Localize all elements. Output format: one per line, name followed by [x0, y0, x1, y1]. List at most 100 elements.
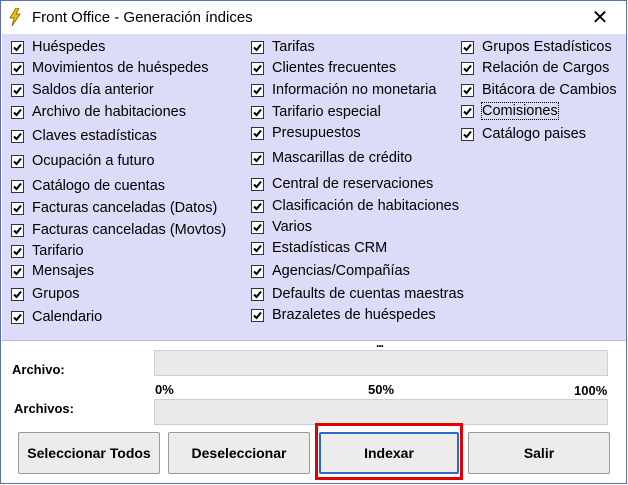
checkbox-checked-icon[interactable] — [11, 287, 24, 301]
checkbox-label: Grupos Estadísticos — [482, 39, 612, 55]
checkbox-label: Ocupación a futuro — [32, 153, 155, 169]
checkbox-checked-icon[interactable] — [251, 151, 264, 165]
checkbox-checked-icon[interactable] — [251, 177, 264, 191]
checkbox-label: Mensajes — [32, 263, 95, 279]
checkbox-item[interactable]: Estadísticas CRM — [251, 238, 387, 258]
checkbox-checked-icon[interactable] — [11, 154, 24, 168]
scale-0-percent: 0% — [155, 382, 174, 397]
checkbox-item[interactable]: Central de reservaciones — [251, 174, 433, 194]
checkbox-label: Información no monetaria — [272, 82, 437, 98]
exit-button[interactable]: Salir — [468, 432, 610, 474]
checkbox-item[interactable]: Claves estadísticas — [11, 126, 157, 146]
checkbox-item[interactable]: Calendario — [11, 307, 102, 327]
checkbox-item[interactable]: Presupuestos — [251, 123, 361, 143]
checkbox-item[interactable]: Grupos — [11, 284, 80, 304]
checkbox-label: Brazaletes de huéspedes — [272, 307, 436, 323]
checkbox-item[interactable]: Facturas canceladas (Datos) — [11, 198, 217, 218]
deselect-button[interactable]: Deseleccionar — [168, 432, 310, 474]
checkbox-checked-icon[interactable] — [11, 61, 24, 75]
checkbox-checked-icon[interactable] — [251, 61, 264, 75]
checkbox-checked-icon[interactable] — [461, 83, 474, 97]
checkbox-checked-icon[interactable] — [461, 40, 474, 54]
checkbox-label: Facturas canceladas (Datos) — [32, 200, 218, 216]
checkbox-item[interactable]: Brazaletes de huéspedes — [251, 305, 436, 325]
checkbox-item[interactable]: Ocupación a futuro — [11, 151, 155, 171]
checkbox-label: Movimientos de huéspedes — [32, 60, 209, 76]
checkbox-checked-icon[interactable] — [11, 264, 24, 278]
checkbox-checked-icon[interactable] — [461, 61, 474, 75]
checkbox-item[interactable]: Agencias/Compañías — [251, 261, 410, 281]
checkbox-item[interactable]: Mensajes — [11, 261, 94, 281]
checkbox-checked-icon[interactable] — [11, 310, 24, 324]
checkbox-checked-icon[interactable] — [461, 127, 474, 141]
checkbox-item[interactable]: Saldos día anterior — [11, 80, 154, 100]
checkbox-label: Claves estadísticas — [32, 128, 157, 144]
scroll-indicator[interactable]: ... — [376, 336, 384, 350]
checkbox-label: Comisiones — [481, 102, 559, 120]
checkbox-item[interactable]: Información no monetaria — [251, 80, 436, 100]
title-bar[interactable]: Front Office - Generación índices ✕ — [1, 1, 626, 33]
checkbox-label: Bitácora de Cambios — [482, 82, 617, 98]
checkbox-checked-icon[interactable] — [251, 105, 264, 119]
checkbox-item[interactable]: Huéspedes — [11, 37, 105, 57]
checkbox-checked-icon[interactable] — [11, 40, 24, 54]
checkbox-item[interactable]: Tarifario — [11, 241, 84, 261]
scale-100-percent: 100% — [574, 383, 608, 398]
checkbox-item[interactable]: Clientes frecuentes — [251, 58, 396, 78]
checkbox-item[interactable]: Relación de Cargos — [461, 58, 609, 78]
checkbox-label: Estadísticas CRM — [272, 240, 388, 256]
checkbox-item[interactable]: Facturas canceladas (Movtos) — [11, 220, 226, 240]
checkbox-checked-icon[interactable] — [251, 40, 264, 54]
checkbox-checked-icon[interactable] — [251, 199, 264, 213]
index-button-highlight — [315, 423, 463, 480]
checkbox-checked-icon[interactable] — [11, 129, 24, 143]
checkbox-checked-icon[interactable] — [251, 220, 264, 234]
checkbox-checked-icon[interactable] — [11, 201, 24, 215]
checkbox-item[interactable]: Varios — [251, 217, 312, 237]
close-icon[interactable]: ✕ — [588, 6, 612, 30]
checkbox-label: Clasificación de habitaciones — [272, 198, 459, 214]
index-options-panel: Huéspedes Movimientos de huéspedes Saldos … — [2, 34, 626, 341]
archivos-progress-bar — [154, 399, 608, 425]
checkbox-label: Calendario — [32, 309, 103, 325]
checkbox-checked-icon[interactable] — [251, 308, 264, 322]
checkbox-checked-icon[interactable] — [11, 105, 24, 119]
checkbox-checked-icon[interactable] — [251, 264, 264, 278]
checkbox-item[interactable]: Tarifas — [251, 37, 315, 57]
checkbox-item[interactable]: Mascarillas de crédito — [251, 148, 412, 168]
window-title: Front Office - Generación índices — [32, 9, 253, 26]
checkbox-checked-icon[interactable] — [11, 244, 24, 258]
checkbox-label: Facturas canceladas (Movtos) — [32, 222, 227, 238]
select-all-button[interactable]: Seleccionar Todos — [18, 432, 160, 474]
lightning-app-icon — [9, 8, 21, 26]
checkbox-label: Tarifario — [32, 243, 84, 259]
checkbox-checked-icon[interactable] — [251, 241, 264, 255]
checkbox-label: Catálogo paises — [482, 126, 586, 142]
checkbox-checked-icon[interactable] — [11, 223, 24, 237]
checkbox-label: Agencias/Compañías — [272, 263, 410, 279]
checkbox-item[interactable]: Clasificación de habitaciones — [251, 196, 459, 216]
checkbox-label: Clientes frecuentes — [272, 60, 397, 76]
checkbox-checked-icon[interactable] — [11, 83, 24, 97]
checkbox-checked-icon[interactable] — [461, 104, 474, 118]
checkbox-checked-icon[interactable] — [11, 179, 24, 193]
checkbox-item[interactable]: Catálogo de cuentas — [11, 176, 165, 196]
checkbox-item[interactable]: Comisiones — [461, 101, 559, 121]
checkbox-label: Grupos — [32, 286, 80, 302]
checkbox-item[interactable]: Grupos Estadísticos — [461, 37, 612, 57]
checkbox-item[interactable]: Tarifario especial — [251, 102, 381, 122]
checkbox-item[interactable]: Catálogo paises — [461, 124, 586, 144]
checkbox-checked-icon[interactable] — [251, 287, 264, 301]
checkbox-label: Varios — [272, 219, 313, 235]
checkbox-checked-icon[interactable] — [251, 126, 264, 140]
scale-50-percent: 50% — [368, 382, 395, 397]
checkbox-label: Archivo de habitaciones — [32, 104, 186, 120]
checkbox-label: Tarifario especial — [272, 104, 381, 120]
checkbox-label: Relación de Cargos — [482, 60, 610, 76]
checkbox-item[interactable]: Movimientos de huéspedes — [11, 58, 209, 78]
checkbox-item[interactable]: Archivo de habitaciones — [11, 102, 186, 122]
checkbox-item[interactable]: Bitácora de Cambios — [461, 80, 617, 100]
checkbox-label: Defaults de cuentas maestras — [272, 286, 464, 302]
checkbox-item[interactable]: Defaults de cuentas maestras — [251, 284, 464, 304]
checkbox-checked-icon[interactable] — [251, 83, 264, 97]
